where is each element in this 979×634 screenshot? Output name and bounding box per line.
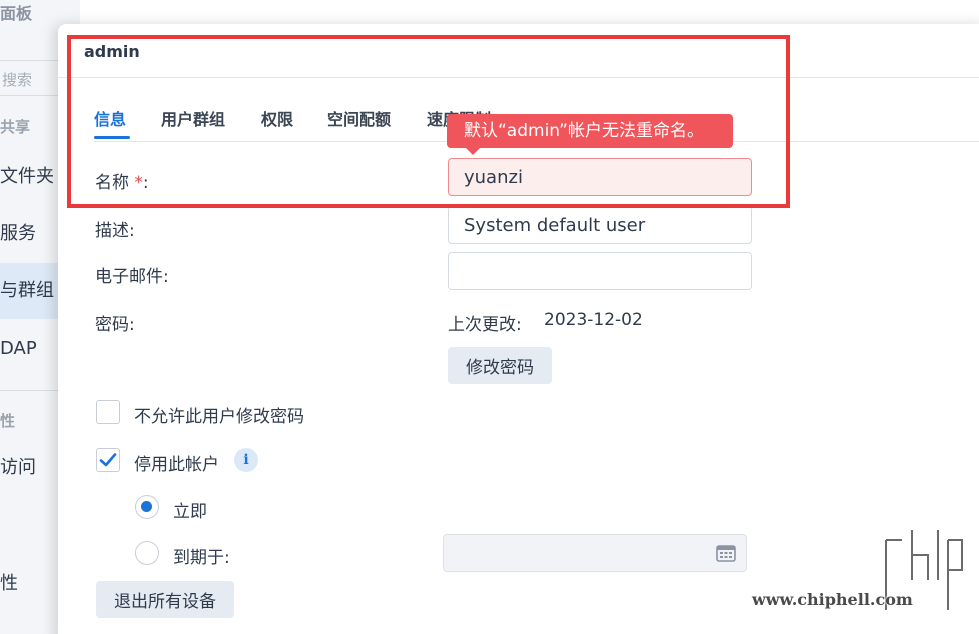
- calendar-icon[interactable]: [716, 544, 736, 562]
- name-label: 名称 *:: [95, 168, 149, 193]
- last-changed-value: 2023-12-02: [544, 310, 643, 330]
- chiphell-watermark: www.chiphell.com: [752, 520, 979, 630]
- tab-info[interactable]: 信息: [94, 106, 126, 130]
- title-divider: [58, 77, 979, 78]
- radio-now[interactable]: [135, 495, 159, 519]
- radio-now-label: 立即: [173, 502, 207, 522]
- logout-all-devices-button[interactable]: 退出所有设备: [96, 581, 234, 618]
- last-changed-label: 上次更改:: [448, 315, 522, 335]
- name-field[interactable]: [448, 158, 752, 196]
- info-icon[interactable]: i: [234, 448, 258, 472]
- email-label: 电子邮件:: [95, 267, 169, 287]
- description-field[interactable]: [448, 206, 752, 244]
- change-password-button[interactable]: 修改密码: [448, 347, 552, 384]
- sidebar-section-other: 性: [0, 412, 16, 430]
- expire-date-field[interactable]: [443, 534, 747, 572]
- email-field[interactable]: [448, 252, 752, 290]
- name-label-text: 名称: [95, 173, 129, 193]
- radio-expire-label: 到期于:: [173, 548, 230, 568]
- sidebar-section-share: 共享: [0, 118, 31, 136]
- radio-expire[interactable]: [135, 541, 159, 565]
- required-asterisk: *: [134, 173, 143, 193]
- sidebar-search-placeholder: 搜索: [2, 71, 33, 89]
- password-label: 密码:: [95, 315, 135, 335]
- name-label-colon: :: [142, 173, 149, 193]
- tab-quota[interactable]: 空间配额: [327, 106, 391, 130]
- tooltip-arrow: [466, 148, 480, 155]
- tab-permissions[interactable]: 权限: [261, 106, 293, 130]
- watermark-text: www.chiphell.com: [752, 590, 913, 609]
- disable-account-label: 停用此帐户: [134, 455, 219, 475]
- active-tab-indicator: [94, 136, 130, 139]
- checkmark-icon: [99, 453, 117, 467]
- description-label: 描述:: [95, 221, 135, 241]
- disallow-password-change-checkbox[interactable]: [96, 400, 120, 424]
- disable-account-checkbox[interactable]: [96, 448, 120, 472]
- dialog-title: admin: [84, 42, 140, 61]
- chiphell-logo-icon: [883, 530, 965, 610]
- tab-user-groups[interactable]: 用户群组: [161, 106, 225, 130]
- sidebar-header: 面板: [0, 4, 33, 23]
- error-tooltip: 默认“admin”帐户无法重命名。: [447, 114, 733, 148]
- disallow-password-change-label: 不允许此用户修改密码: [134, 407, 304, 427]
